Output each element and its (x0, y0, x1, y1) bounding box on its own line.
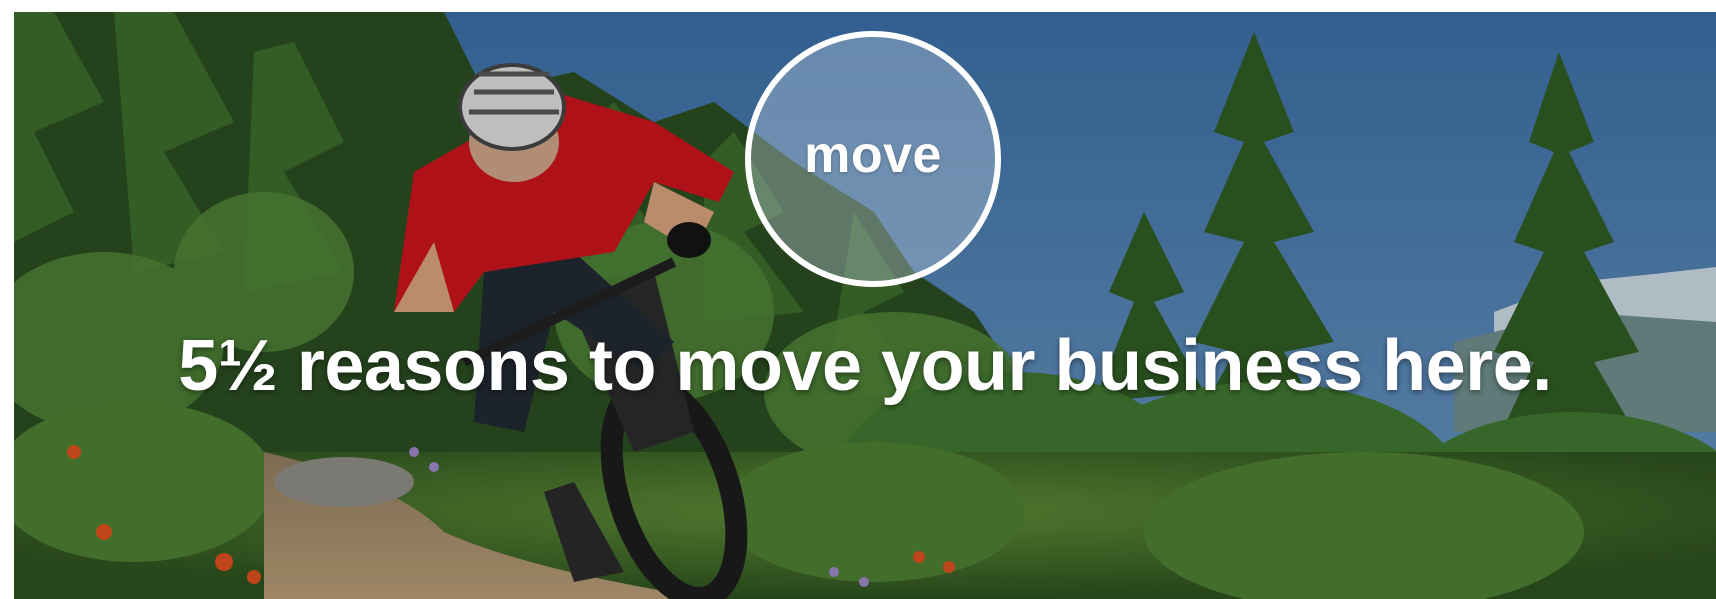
hero-headline: 5½ reasons to move your business here. (178, 326, 1552, 406)
move-badge: move (745, 31, 1001, 287)
move-badge-label: move (804, 126, 942, 184)
hero-banner: move 5½ reasons to move your business he… (14, 12, 1716, 599)
